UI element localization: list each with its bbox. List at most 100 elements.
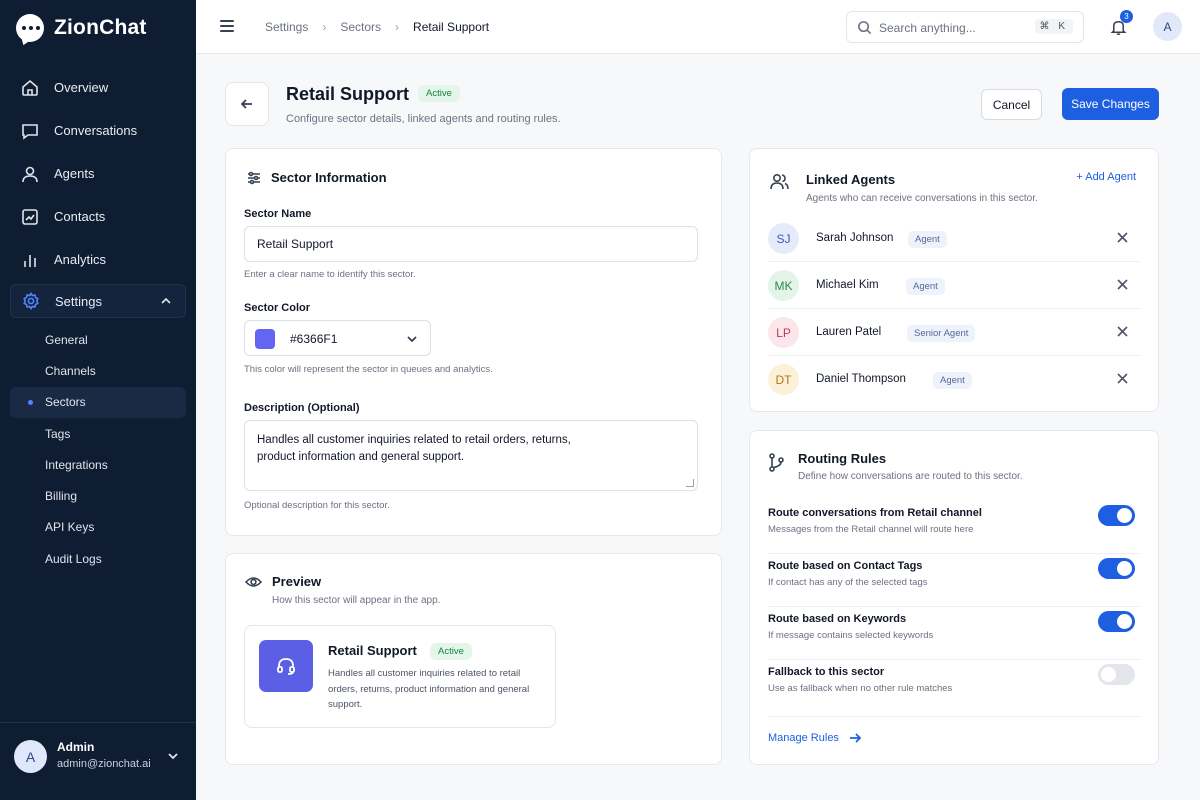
avatar: A xyxy=(14,740,47,773)
nav-item-contacts[interactable]: Contacts xyxy=(0,195,196,238)
eye-icon xyxy=(245,577,262,587)
preview-card: Preview How this sector will appear in t… xyxy=(225,553,722,765)
color-hex-value: #6366F1 xyxy=(290,332,338,346)
notification-badge: 3 xyxy=(1120,10,1133,23)
sub-item-general[interactable]: General xyxy=(0,324,196,355)
cancel-button[interactable]: Cancel xyxy=(981,89,1042,120)
app-logo[interactable]: ZionChat xyxy=(16,14,147,42)
page-title: Retail Support xyxy=(286,84,410,104)
status-badge: Active xyxy=(418,85,460,102)
close-icon[interactable] xyxy=(1117,373,1128,384)
nav-item-analytics[interactable]: Analytics xyxy=(0,238,196,281)
sub-item-audit-logs[interactable]: Audit Logs xyxy=(0,543,196,574)
rule-title: Route based on Keywords xyxy=(768,613,907,625)
agent-role-badge: Agent xyxy=(933,372,972,389)
manage-rules-label: Manage Rules xyxy=(768,732,839,744)
search-shortcut: ⌘ K xyxy=(1034,19,1073,34)
sector-information-card: Sector Information Sector Name Retail Su… xyxy=(225,148,722,536)
close-icon[interactable] xyxy=(1117,279,1128,290)
rule-title: Route conversations from Retail channel xyxy=(768,507,982,519)
sub-item-integrations[interactable]: Integrations xyxy=(0,449,196,480)
nav-label: Agents xyxy=(54,166,95,181)
nav-label: Contacts xyxy=(54,209,106,224)
sub-item-channels[interactable]: Channels xyxy=(0,355,196,386)
close-icon[interactable] xyxy=(1117,232,1128,243)
sector-preview-tile: Retail Support Active Handles all custom… xyxy=(244,625,556,728)
description-textarea[interactable]: Handles all customer inquiries related t… xyxy=(244,420,698,491)
app-name: ZionChat xyxy=(54,16,147,39)
nav-label: Overview xyxy=(54,80,109,95)
page-subtitle: Configure sector details, linked agents … xyxy=(286,113,561,125)
sub-item-billing[interactable]: Billing xyxy=(0,480,196,511)
agent-row: LP Lauren Patel Senior Agent xyxy=(768,309,1140,356)
card-title: Sector Information xyxy=(271,170,387,185)
card-subtitle: How this sector will appear in the app. xyxy=(272,595,441,606)
bar-chart-icon xyxy=(24,254,36,267)
sector-name-input[interactable]: Retail Support xyxy=(244,226,698,262)
user-menu[interactable]: A Admin admin@zionchat.ai xyxy=(0,722,196,800)
main-nav: Overview Conversations Agents Contacts A… xyxy=(0,66,196,574)
routing-rule-row: Route based on Keywords If message conta… xyxy=(768,607,1140,660)
agent-role-badge: Agent xyxy=(906,278,945,295)
back-button[interactable] xyxy=(225,82,269,126)
save-button[interactable]: Save Changes xyxy=(1062,88,1159,120)
card-subtitle: Agents who can receive conversations in … xyxy=(806,193,1038,204)
headset-icon xyxy=(259,640,313,692)
resize-handle[interactable] xyxy=(686,479,694,487)
agent-row: MK Michael Kim Agent xyxy=(768,262,1140,309)
rule-description: If message contains selected keywords xyxy=(768,630,934,641)
avatar[interactable]: A xyxy=(1153,12,1182,41)
arrow-left-icon xyxy=(240,99,252,109)
chevron-down-icon xyxy=(407,336,417,343)
breadcrumb-settings[interactable]: Settings xyxy=(265,20,308,34)
routing-rule-row: Route conversations from Retail channel … xyxy=(768,501,1140,554)
manage-rules-link[interactable]: Manage Rules xyxy=(768,732,861,744)
avatar: SJ xyxy=(768,223,799,254)
git-branch-icon xyxy=(769,453,784,472)
menu-icon[interactable] xyxy=(220,20,234,32)
top-bar: Settings › Sectors › Retail Support Sear… xyxy=(196,0,1200,54)
card-title: Routing Rules xyxy=(798,451,887,466)
user-name: Admin xyxy=(57,740,95,754)
avatar: DT xyxy=(768,364,799,395)
description-label: Description (Optional) xyxy=(244,402,360,414)
add-agent-button[interactable]: + Add Agent xyxy=(1076,171,1136,183)
rule-toggle[interactable] xyxy=(1098,558,1135,579)
search-input[interactable]: Search anything... ⌘ K xyxy=(846,11,1084,43)
sector-color-select[interactable]: #6366F1 xyxy=(244,320,431,356)
card-title: Preview xyxy=(272,574,322,589)
sub-item-sectors[interactable]: Sectors xyxy=(10,386,186,418)
nav-item-conversations[interactable]: Conversations xyxy=(0,109,196,152)
rule-toggle[interactable] xyxy=(1098,664,1135,685)
sub-item-api-keys[interactable]: API Keys xyxy=(0,512,196,543)
nav-item-settings[interactable]: Settings xyxy=(10,284,186,318)
close-icon[interactable] xyxy=(1117,326,1128,337)
home-icon xyxy=(22,79,38,96)
settings-subnav: General Channels Sectors Tags Integratio… xyxy=(0,324,196,574)
breadcrumb-current: Retail Support xyxy=(413,20,490,34)
nav-item-agents[interactable]: Agents xyxy=(0,152,196,195)
notifications-button[interactable]: 3 xyxy=(1110,10,1133,36)
rule-toggle[interactable] xyxy=(1098,505,1135,526)
rule-toggle[interactable] xyxy=(1098,611,1135,632)
routing-rule-row: Fallback to this sector Use as fallback … xyxy=(768,660,1140,717)
chevron-right-icon: › xyxy=(395,20,400,34)
description-line: product information and general support. xyxy=(257,451,465,463)
agent-role-badge: Senior Agent xyxy=(907,325,976,342)
sidebar: ZionChat Overview Conversations Agents C… xyxy=(0,0,196,800)
rule-description: Use as fallback when no other rule match… xyxy=(768,683,953,694)
breadcrumb-sectors[interactable]: Sectors xyxy=(340,20,381,34)
sub-item-tags[interactable]: Tags xyxy=(0,418,196,449)
sliders-icon xyxy=(248,171,260,185)
rule-description: If contact has any of the selected tags xyxy=(768,577,928,588)
chevron-down-icon[interactable] xyxy=(166,749,180,763)
card-subtitle: Define how conversations are routed to t… xyxy=(798,471,1023,482)
chevron-up-icon[interactable] xyxy=(159,294,173,308)
rule-description: Messages from the Retail channel will ro… xyxy=(768,524,974,535)
nav-label: Conversations xyxy=(54,123,138,138)
agent-row: SJ Sarah Johnson Agent xyxy=(768,215,1140,262)
nav-label: Analytics xyxy=(54,252,107,267)
nav-item-overview[interactable]: Overview xyxy=(0,66,196,109)
breadcrumb: Settings › Sectors › Retail Support xyxy=(265,20,489,34)
rule-title: Fallback to this sector xyxy=(768,666,885,678)
